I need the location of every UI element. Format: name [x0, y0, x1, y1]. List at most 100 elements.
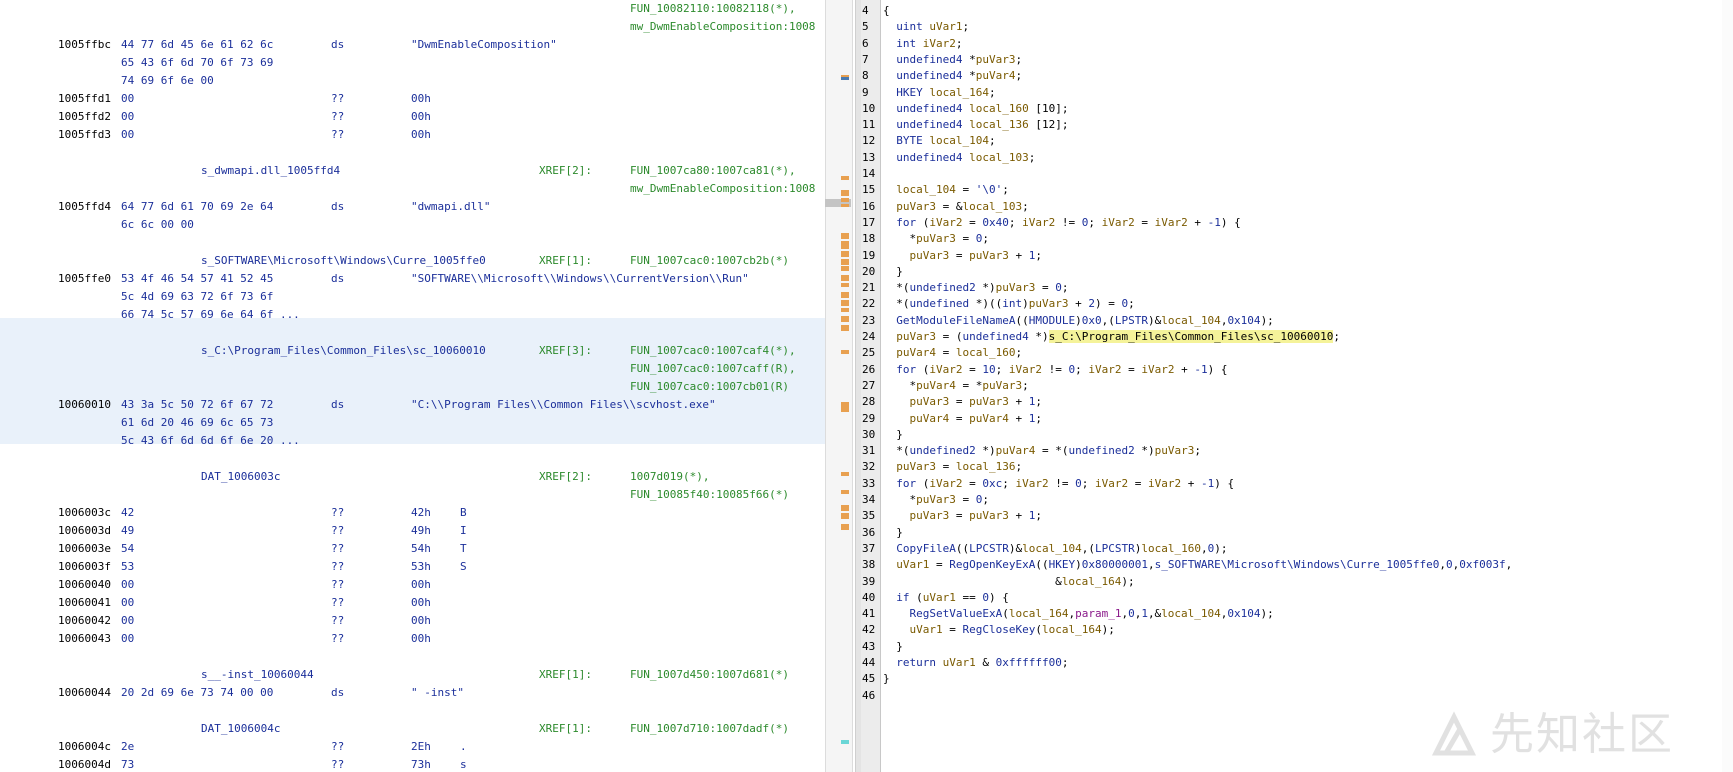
decompiler-panel[interactable]: 4{5 uint uVar1; 6 int iVar2; 7 undefined4 …: [861, 0, 1733, 772]
code-token[interactable]: puVar3: [916, 493, 956, 506]
listing-row[interactable]: 1005ffd4 64 77 6d 61 70 69 2e 64 ds "dwmapi…: [0, 198, 825, 216]
code-line[interactable]: 28 puVar3 = puVar3 + 1;: [861, 393, 1721, 411]
scroll-marker[interactable]: [841, 241, 849, 249]
listing-xref-target[interactable]: FUN_1007d450:1007d681(*): [630, 666, 789, 684]
code-token[interactable]: puVar4: [916, 379, 956, 392]
code-line[interactable]: 46: [861, 687, 1721, 705]
code-token[interactable]: puVar3: [969, 509, 1009, 522]
code-line[interactable]: 21 *(undefined2 *)puVar3 = 0;: [861, 279, 1721, 297]
listing-row[interactable]: 66 74 5c 57 69 6e 64 6f ...: [0, 306, 825, 324]
code-token[interactable]: RegSetValueExA: [910, 607, 1003, 620]
code-line[interactable]: 44 return uVar1 & 0xffffff00;: [861, 654, 1721, 672]
code-token[interactable]: puVar4: [910, 412, 950, 425]
scroll-marker[interactable]: [841, 259, 849, 265]
code-token[interactable]: RegOpenKeyExA: [949, 558, 1035, 571]
code-token[interactable]: local_160: [956, 346, 1016, 359]
listing-row[interactable]: [0, 234, 825, 252]
listing-row[interactable]: 1006004c 2e?? 2Eh.: [0, 738, 825, 756]
listing-row[interactable]: [0, 450, 825, 468]
listing-row[interactable]: 6c 6c 00 00: [0, 216, 825, 234]
listing-row[interactable]: 61 6d 20 46 69 6c 65 73: [0, 414, 825, 432]
code-token[interactable]: iVar2: [929, 363, 962, 376]
listing-row[interactable]: 1006003e 54?? 54h T: [0, 540, 825, 558]
code-line[interactable]: 14: [861, 165, 1721, 183]
code-token[interactable]: s_C:\Program_Files\Common_Files\sc_10060…: [1048, 330, 1334, 343]
code-token[interactable]: RegCloseKey: [963, 623, 1036, 636]
scroll-marker[interactable]: [841, 77, 849, 80]
listing-row[interactable]: [0, 144, 825, 162]
scroll-marker[interactable]: [841, 176, 849, 180]
listing-xref-target[interactable]: FUN_10082110:10082118(*),: [630, 0, 796, 18]
listing-row[interactable]: 5c 4d 69 63 72 6f 73 6f: [0, 288, 825, 306]
code-line[interactable]: 36 }: [861, 524, 1721, 542]
scroll-marker[interactable]: [841, 325, 849, 331]
listing-label[interactable]: s_dwmapi.dll_1005ffd4: [201, 162, 340, 180]
scroll-marker[interactable]: [841, 251, 849, 257]
listing-row[interactable]: 1006003d 49?? 49h I: [0, 522, 825, 540]
code-token[interactable]: uVar1: [943, 656, 976, 669]
code-line[interactable]: 10 undefined4 local_160 [10];: [861, 100, 1721, 118]
scroll-marker[interactable]: [841, 292, 849, 298]
code-token[interactable]: local_104: [1161, 607, 1221, 620]
code-token[interactable]: uVar1: [923, 591, 956, 604]
listing-xref-target[interactable]: mw_DwmEnableComposition:1008: [630, 18, 815, 36]
code-token[interactable]: iVar2: [929, 477, 962, 490]
code-line[interactable]: 45}: [861, 670, 1721, 688]
code-token[interactable]: iVar2: [1022, 216, 1055, 229]
code-token[interactable]: puVar4: [896, 346, 936, 359]
code-token[interactable]: local_164: [1062, 575, 1122, 588]
scroll-marker[interactable]: [841, 266, 849, 271]
code-token[interactable]: local_104: [896, 183, 956, 196]
listing-row[interactable]: s_C:\Program_Files\Common_Files\sc_10060…: [0, 342, 825, 360]
code-line[interactable]: 12 BYTE local_104;: [861, 132, 1721, 150]
code-token[interactable]: local_164: [1009, 607, 1069, 620]
code-token[interactable]: iVar2: [1009, 363, 1042, 376]
code-line[interactable]: 5 uint uVar1;: [861, 18, 1721, 36]
code-token[interactable]: puVar4: [969, 412, 1009, 425]
listing-row[interactable]: FUN_10082110:10082118(*),: [0, 0, 825, 18]
listing-xref-target[interactable]: FUN_10085f40:10085f66(*): [630, 486, 789, 504]
listing-label[interactable]: s_SOFTWARE\Microsoft\Windows\Curre_1005f…: [201, 252, 486, 270]
scroll-marker[interactable]: [841, 300, 849, 306]
listing-row[interactable]: 1005ffe0 53 4f 46 54 57 41 52 45 ds "SOFTWA…: [0, 270, 825, 288]
code-line[interactable]: 29 puVar4 = puVar4 + 1;: [861, 410, 1721, 428]
listing-row[interactable]: [0, 324, 825, 342]
code-token[interactable]: local_103: [963, 200, 1023, 213]
code-line[interactable]: 41 RegSetValueExA(local_164,param_1,0,1,…: [861, 605, 1721, 623]
listing-xref-target[interactable]: FUN_1007cac0:1007cb2b(*): [630, 252, 789, 270]
scroll-marker[interactable]: [841, 198, 849, 202]
listing-xref-target[interactable]: 1007d019(*),: [630, 468, 709, 486]
code-line[interactable]: 40 if (uVar1 == 0) {: [861, 589, 1721, 607]
code-line[interactable]: 16 puVar3 = &local_103;: [861, 198, 1721, 216]
code-line[interactable]: 37 CopyFileA((LPCSTR)&local_104,(LPCSTR)…: [861, 540, 1721, 558]
code-line[interactable]: 9 HKEY local_164;: [861, 84, 1721, 102]
code-line[interactable]: 33 for (iVar2 = 0xc; iVar2 != 0; iVar2 =…: [861, 475, 1721, 493]
code-token[interactable]: local_160: [1141, 542, 1201, 555]
listing-xref-target[interactable]: FUN_1007ca80:1007ca81(*),: [630, 162, 796, 180]
listing-xref-target[interactable]: FUN_1007cac0:1007caff(R),: [630, 360, 796, 378]
listing-row[interactable]: 1005ffd2 00?? 00h: [0, 108, 825, 126]
scroll-marker[interactable]: [841, 233, 849, 239]
listing-row[interactable]: 65 43 6f 6d 70 6f 73 69: [0, 54, 825, 72]
code-line[interactable]: 34 *puVar3 = 0;: [861, 491, 1721, 509]
listing-row[interactable]: 10060042 00?? 00h: [0, 612, 825, 630]
listing-marker-margin[interactable]: [841, 0, 850, 772]
code-token[interactable]: local_103: [969, 151, 1029, 164]
code-line[interactable]: 4{: [861, 2, 1721, 20]
listing-row[interactable]: 10060010 43 3a 5c 50 72 6f 67 72 ds "C:\\Pr…: [0, 396, 825, 414]
scroll-marker[interactable]: [841, 283, 849, 287]
listing-row[interactable]: 1006003f 53?? 53h S: [0, 558, 825, 576]
code-line[interactable]: 13 undefined4 local_103;: [861, 149, 1721, 167]
listing-row[interactable]: [0, 702, 825, 720]
code-token[interactable]: iVar2: [1148, 477, 1181, 490]
code-line[interactable]: 8 undefined4 *puVar4;: [861, 67, 1721, 85]
listing-row[interactable]: 10060040 00?? 00h: [0, 576, 825, 594]
listing-xref-target[interactable]: mw_DwmEnableComposition:1008: [630, 180, 815, 198]
listing-row[interactable]: s_dwmapi.dll_1005ffd4 XREF[2]: FUN_1007ca8…: [0, 162, 825, 180]
listing-row[interactable]: 1005ffbc 44 77 6d 45 6e 61 62 6c ds "DwmEna…: [0, 36, 825, 54]
listing-label[interactable]: DAT_1006003c: [201, 468, 280, 486]
decompiler-marker-margin[interactable]: [1722, 0, 1733, 772]
scroll-marker[interactable]: [841, 204, 849, 207]
code-token[interactable]: puVar3: [969, 249, 1009, 262]
code-token[interactable]: puVar3: [910, 395, 950, 408]
